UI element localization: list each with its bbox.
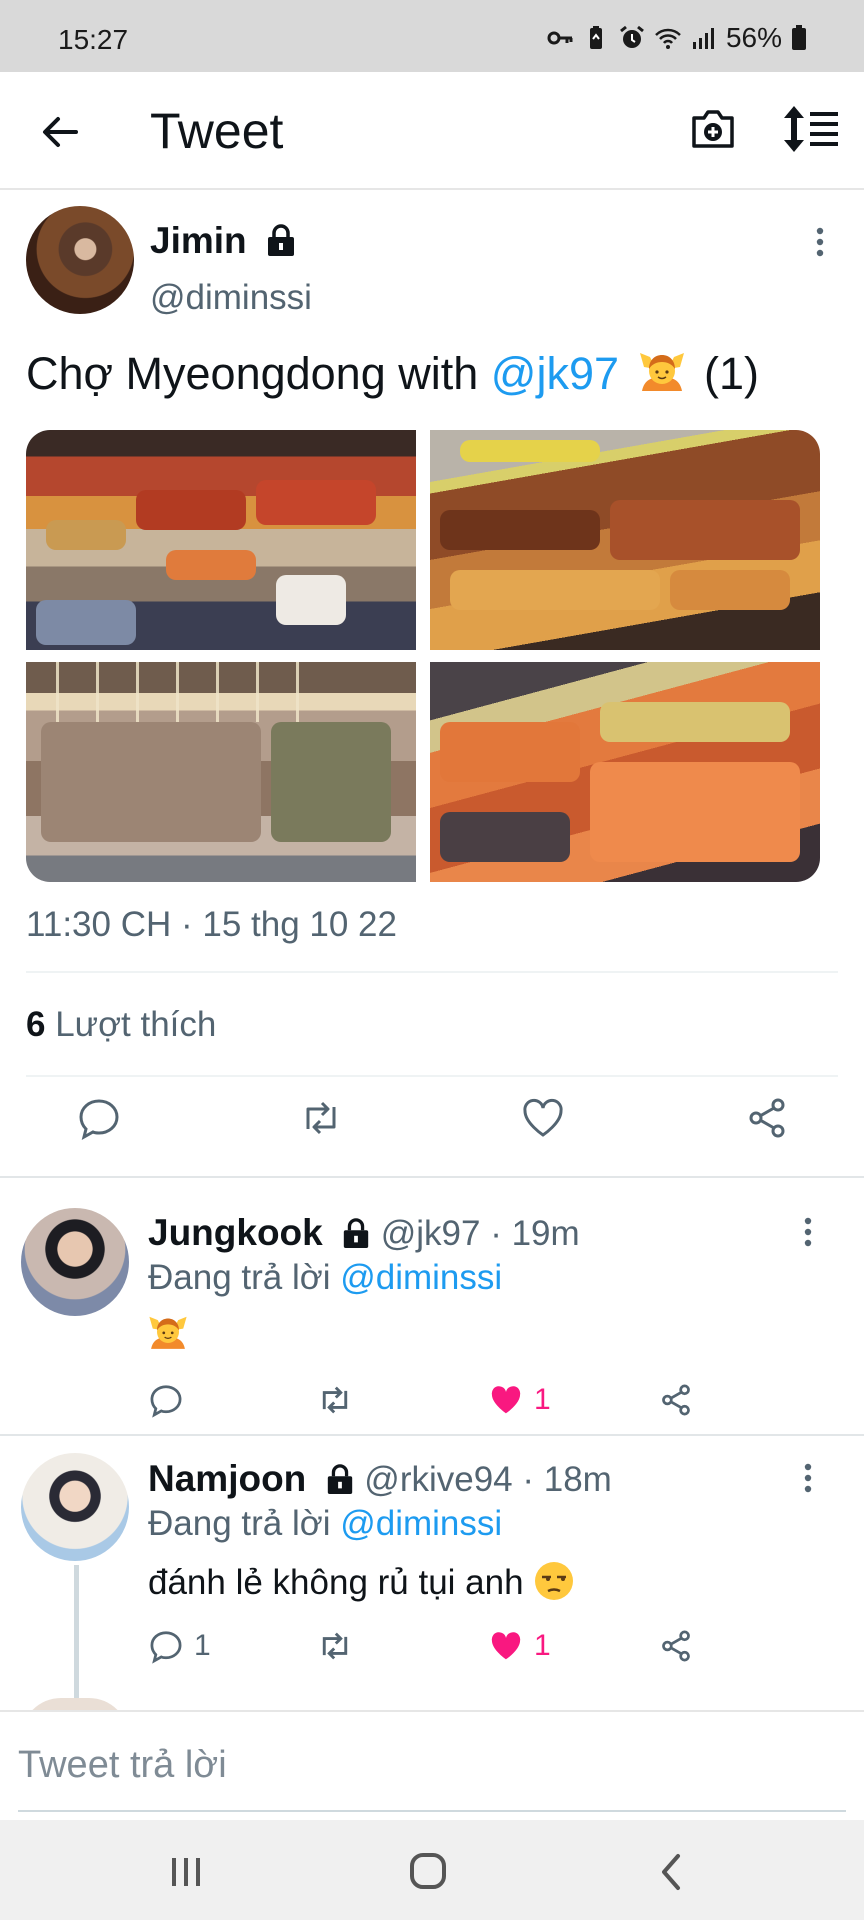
tweet-mention-link[interactable]: @jk97 <box>491 348 619 399</box>
share-icon[interactable] <box>744 1095 790 1141</box>
lock-icon <box>327 1464 352 1494</box>
reply-header: Namjoon @rkive94 · 18m <box>148 1458 612 1500</box>
retweet-icon[interactable] <box>298 1095 344 1141</box>
reply-author-name[interactable]: Namjoon <box>148 1458 306 1499</box>
reply-composer <box>0 1710 864 1820</box>
system-nav-bar <box>0 1820 864 1920</box>
reply-icon <box>150 1631 182 1664</box>
more-options-icon[interactable] <box>796 1214 820 1250</box>
home-icon[interactable] <box>404 1850 452 1894</box>
grilled-skewers-photo[interactable] <box>430 430 820 650</box>
back-arrow-icon[interactable] <box>36 108 84 156</box>
likes-label: Lượt thích <box>45 1005 217 1044</box>
back-nav-icon[interactable] <box>648 1850 696 1894</box>
more-options-icon[interactable] <box>808 224 832 260</box>
share-button[interactable] <box>658 1380 694 1420</box>
likes-count: 6 <box>26 1005 46 1044</box>
recent-apps-icon[interactable] <box>162 1850 210 1894</box>
author-name-text: Jimin <box>150 220 247 261</box>
battery-saver-icon <box>589 26 602 49</box>
status-bar: 15:27 56% <box>0 0 864 72</box>
thread-line <box>74 1565 79 1705</box>
street-food-stall-photo[interactable] <box>26 430 416 650</box>
author-name[interactable]: Jimin <box>150 220 297 262</box>
app-bar: Tweet <box>0 72 864 190</box>
lock-icon <box>343 1218 369 1248</box>
battery-percent: 56% <box>725 22 782 53</box>
reply-header: Jungkook @jk97 · 19m <box>148 1212 580 1254</box>
reply-text-content: đánh lẻ không rủ tụi anh <box>148 1563 524 1602</box>
share-icon <box>662 1630 690 1662</box>
wifi-icon <box>655 28 681 49</box>
retweet-icon <box>322 1386 348 1414</box>
page-title: Tweet <box>150 103 284 159</box>
likes-row[interactable]: 6 Lượt thích <box>26 1005 216 1045</box>
replying-to-link[interactable]: @diminssi <box>340 1258 502 1297</box>
status-time: 15:27 <box>58 24 129 55</box>
more-options-icon[interactable] <box>796 1460 820 1496</box>
replying-to-line: Đang trả lời @diminssi <box>148 1504 502 1544</box>
replying-to-link[interactable]: @diminssi <box>340 1504 502 1543</box>
like-count: 1 <box>534 1383 551 1416</box>
retweet-icon <box>322 1632 348 1660</box>
reply-icon[interactable] <box>76 1095 122 1141</box>
reply-text: đánh lẻ không rủ tụi anh <box>148 1560 575 1603</box>
status-icons: 56% <box>546 22 808 54</box>
tweet-text-start: Chợ Myeongdong with <box>26 348 491 399</box>
reply-icon <box>150 1385 182 1418</box>
share-icon <box>662 1384 690 1416</box>
like-filled-icon <box>491 1632 521 1660</box>
like-icon[interactable] <box>520 1095 566 1141</box>
section-divider <box>0 1176 864 1178</box>
author-avatar[interactable] <box>26 206 134 314</box>
replying-prefix: Đang trả lời <box>148 1504 341 1543</box>
retweet-button[interactable] <box>316 1380 354 1420</box>
unamused-face-emoji <box>535 1562 574 1600</box>
signal-icon <box>692 28 714 49</box>
author-handle[interactable]: @diminssi <box>150 278 312 318</box>
reply-button[interactable]: 1 <box>148 1626 211 1666</box>
seafood-skewers-photo[interactable] <box>26 662 416 882</box>
reply-button[interactable] <box>148 1380 194 1420</box>
tweet-action-bar <box>0 1095 864 1155</box>
lock-icon <box>267 224 294 256</box>
replying-prefix: Đang trả lời <box>148 1258 341 1297</box>
camera-add-icon[interactable] <box>686 102 740 156</box>
replying-to-line: Đang trả lời @diminssi <box>148 1258 502 1298</box>
sort-icon[interactable] <box>782 104 842 154</box>
reply-divider <box>0 1434 864 1436</box>
tweet-text: Chợ Myeongdong with @jk97 (1) <box>26 345 759 400</box>
person-gesturing-ok-emoji <box>639 353 684 391</box>
like-button[interactable]: 1 <box>488 1626 551 1666</box>
reply-count: 1 <box>194 1629 211 1662</box>
reply-avatar[interactable] <box>21 1453 129 1561</box>
tweet-text-end: (1) <box>691 348 760 399</box>
reply-meta: @jk97 · 19m <box>371 1214 580 1253</box>
composer-underline <box>18 1810 846 1812</box>
reply-avatar[interactable] <box>21 1208 129 1316</box>
retweet-button[interactable] <box>316 1626 354 1666</box>
sausage-grill-photo[interactable] <box>430 662 820 882</box>
key-icon <box>547 31 573 45</box>
alarm-icon <box>620 25 644 48</box>
person-gesturing-ok-emoji <box>149 1316 187 1349</box>
reply-input[interactable] <box>18 1740 848 1790</box>
like-filled-icon <box>491 1386 521 1414</box>
divider <box>26 1075 838 1077</box>
like-count: 1 <box>534 1629 551 1662</box>
media-grid <box>26 430 820 882</box>
battery-icon <box>792 25 806 50</box>
like-button[interactable]: 1 <box>488 1380 551 1420</box>
tweet-timestamp: 11:30 CH · 15 thg 10 22 <box>26 905 397 944</box>
divider <box>26 971 838 973</box>
share-button[interactable] <box>658 1626 694 1666</box>
reply-meta: @rkive94 · 18m <box>354 1460 612 1499</box>
reply-author-name[interactable]: Jungkook <box>148 1212 323 1253</box>
